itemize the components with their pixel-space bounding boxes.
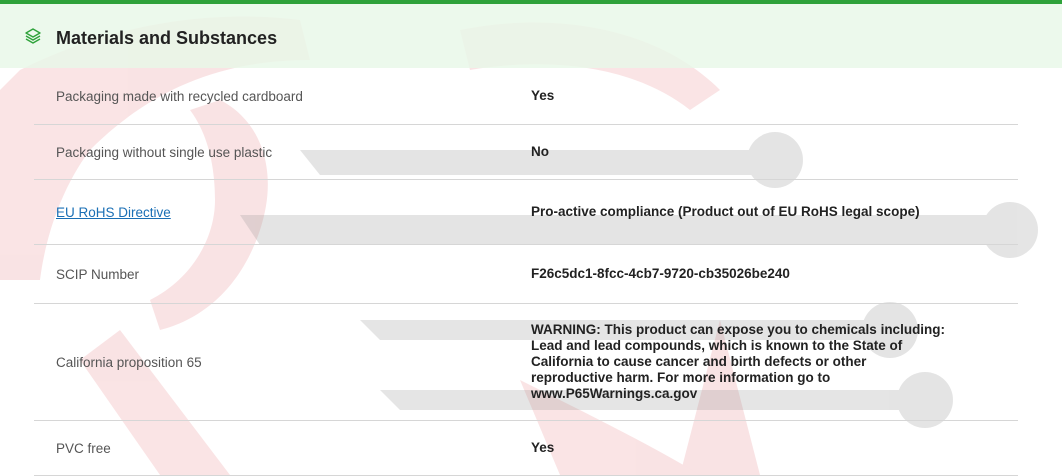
- row-label: Packaging made with recycled cardboard: [56, 88, 303, 104]
- row-label: Packaging without single use plastic: [56, 144, 273, 160]
- row-label: PVC free: [56, 440, 111, 456]
- table-row: SCIP Number F26c5dc1-8fcc-4cb7-9720-cb35…: [34, 245, 1018, 304]
- section-header: Materials and Substances: [0, 4, 1062, 68]
- table-row: EU RoHS Directive Pro-active compliance …: [34, 180, 1018, 245]
- table-row: Packaging without single use plastic No: [34, 125, 1018, 180]
- row-label: California proposition 65: [56, 354, 202, 370]
- row-value: No: [531, 144, 549, 159]
- row-value: WARNING: This product can expose you to …: [531, 322, 946, 401]
- table-row: California proposition 65 WARNING: This …: [34, 304, 1018, 421]
- row-value: Pro-active compliance (Product out of EU…: [531, 204, 920, 219]
- row-value: Yes: [531, 88, 555, 103]
- row-label: SCIP Number: [56, 266, 140, 282]
- eu-rohs-directive-link[interactable]: EU RoHS Directive: [56, 205, 171, 220]
- row-value: F26c5dc1-8fcc-4cb7-9720-cb35026be240: [531, 266, 790, 281]
- materials-panel: Materials and Substances Packaging made …: [0, 0, 1062, 476]
- section-title: Materials and Substances: [56, 27, 278, 48]
- table-row: PVC free Yes: [34, 421, 1018, 476]
- layers-icon: [24, 27, 42, 45]
- row-value: Yes: [531, 440, 555, 455]
- properties-table: Packaging made with recycled cardboard Y…: [34, 68, 1018, 476]
- table-row: Packaging made with recycled cardboard Y…: [34, 68, 1018, 125]
